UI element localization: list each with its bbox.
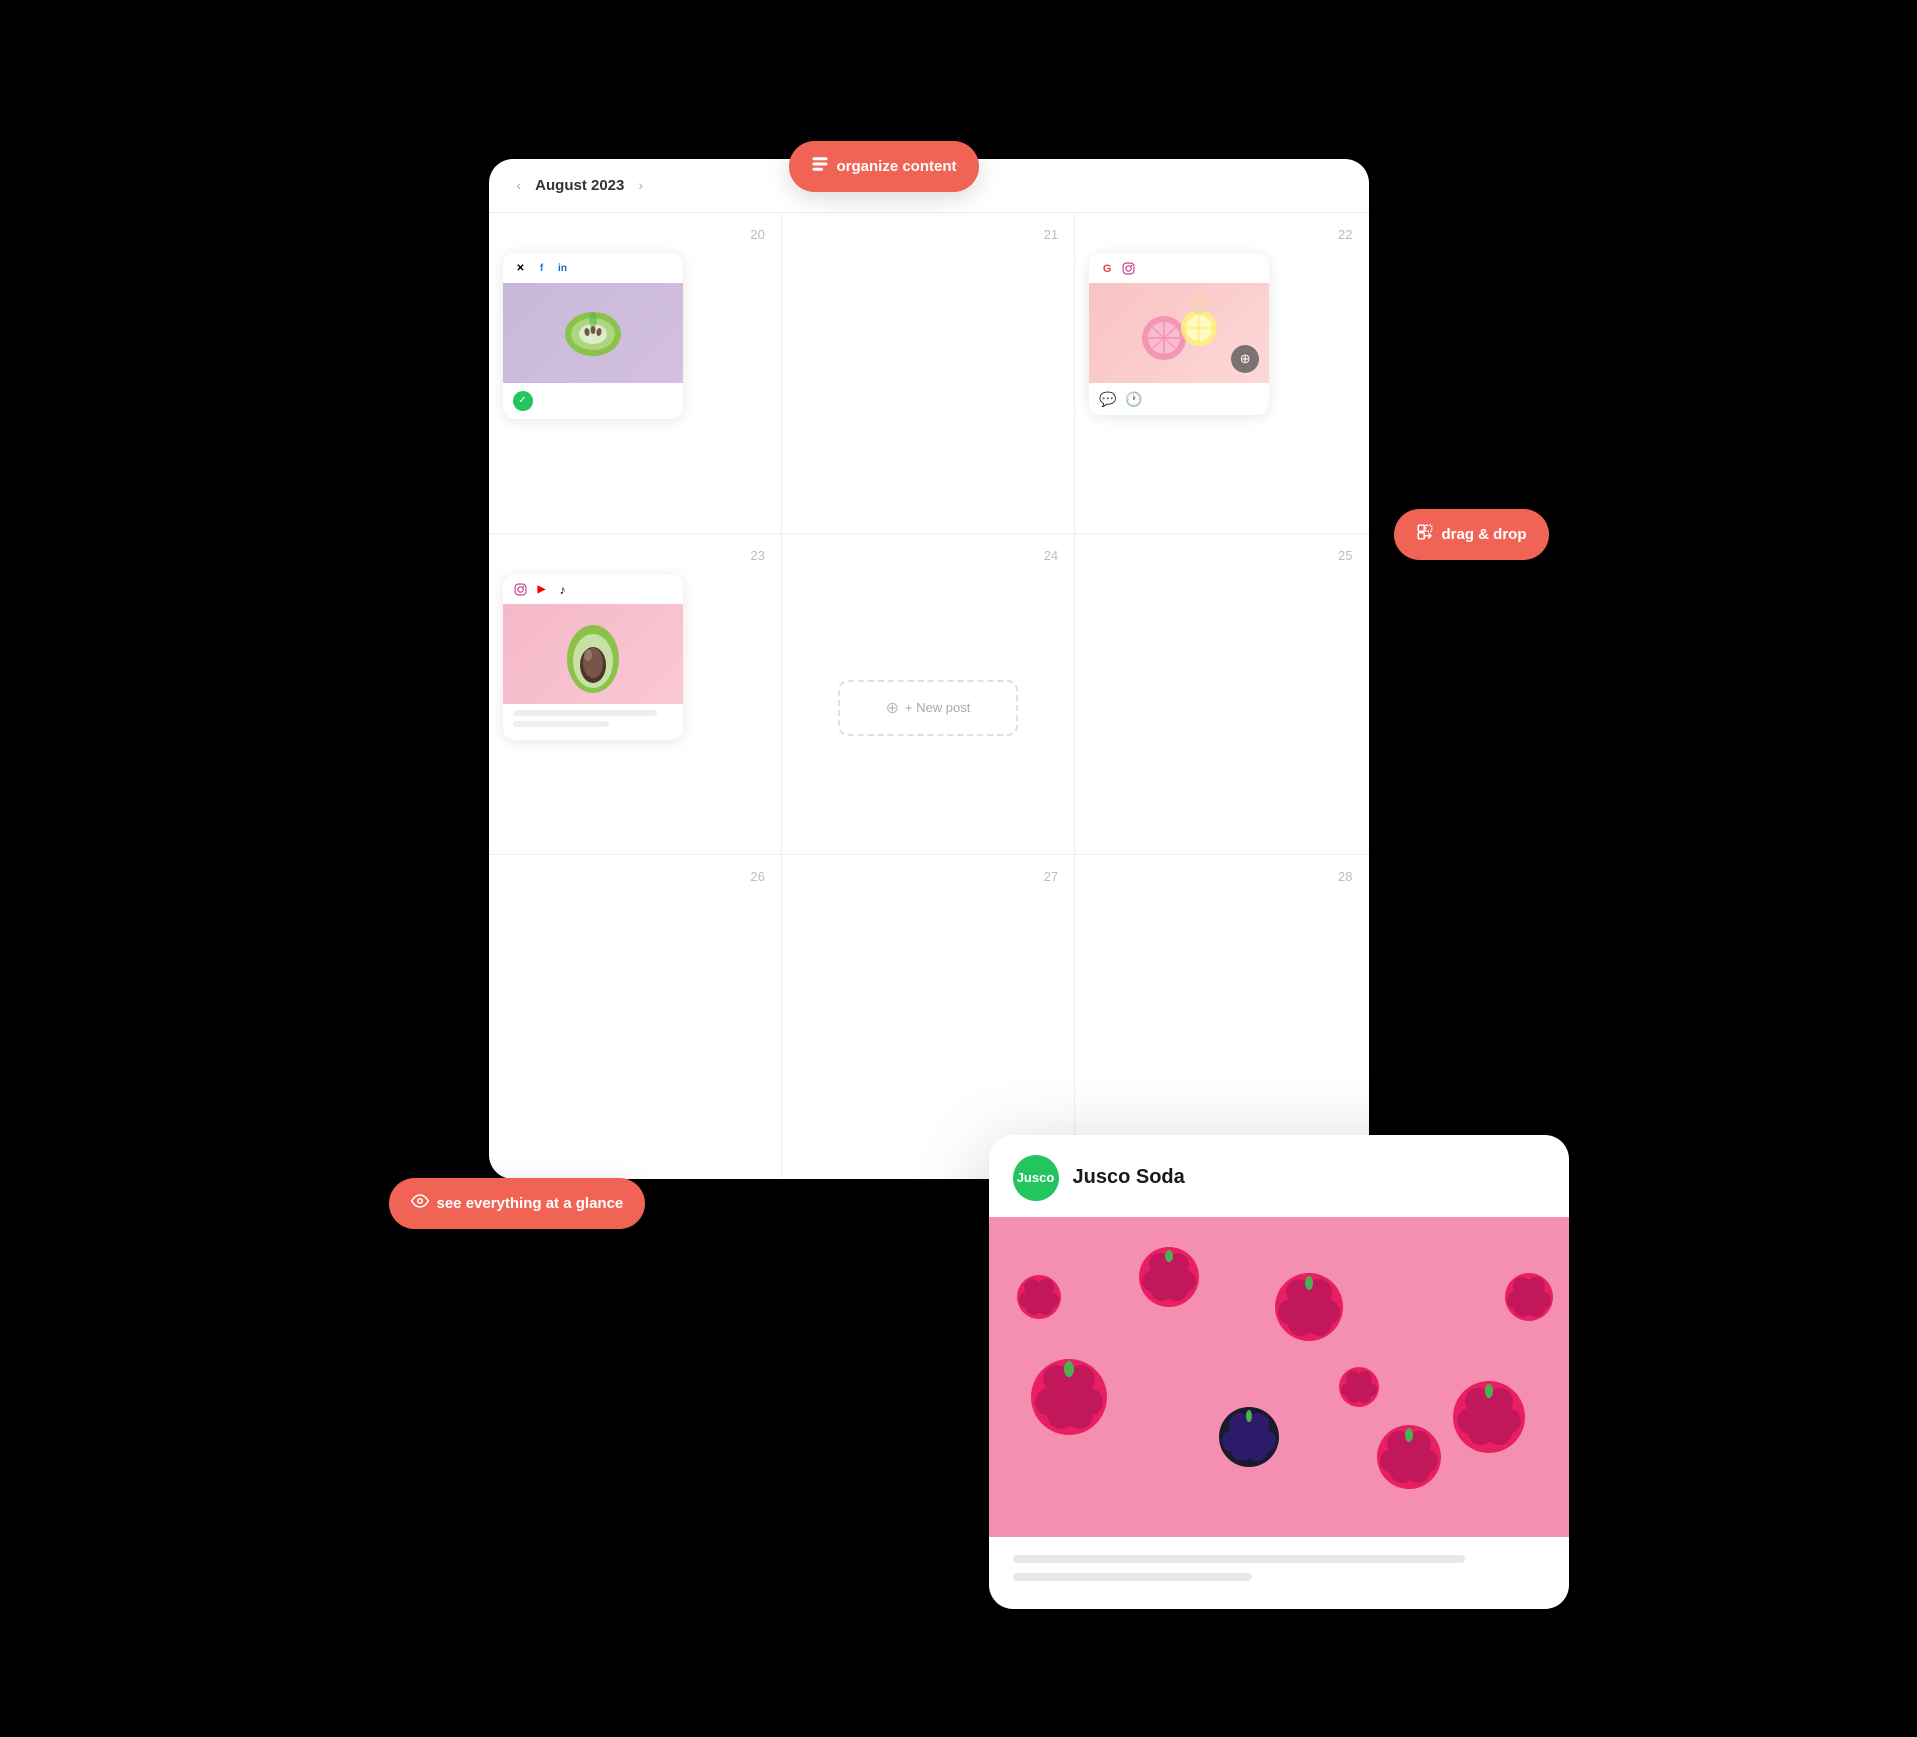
detail-card-header: Jusco Jusco Soda (989, 1135, 1569, 1217)
calendar-grid: 20 ✕ f in (489, 213, 1369, 1177)
post-card-header-23: ▶ ♪ (503, 574, 683, 604)
x-icon: ✕ (513, 261, 529, 277)
cell-number-21: 21 (1044, 227, 1058, 242)
raspberry-3 (1453, 1381, 1525, 1453)
new-post-label: + New post (905, 700, 970, 715)
glance-label: see everything at a glance (437, 1195, 624, 1212)
detail-card-footer (989, 1537, 1569, 1609)
organize-content-badge: organize content (789, 141, 979, 192)
post-image-avocado (503, 604, 683, 704)
text-line-1 (513, 710, 657, 716)
brand-avatar: Jusco (1013, 1155, 1059, 1201)
glance-badge: see everything at a glance (389, 1178, 646, 1229)
post-card-footer-check: ✓ (503, 383, 683, 419)
detail-card: Jusco Jusco Soda (989, 1135, 1569, 1609)
post-card-melon[interactable]: ✕ f in (503, 253, 683, 419)
post-card-header: ✕ f in (503, 253, 683, 283)
drag-icon (1416, 523, 1434, 546)
google-icon: G (1099, 261, 1115, 277)
cell-number-25: 25 (1338, 548, 1352, 563)
next-arrow[interactable]: › (638, 177, 643, 193)
cal-cell-26: 26 (489, 855, 782, 1176)
cal-cell-20: 20 ✕ f in (489, 213, 782, 534)
cal-cell-24: 24 ⊕ + New post (782, 534, 1075, 855)
raspberry-scene-svg (989, 1217, 1569, 1537)
detail-text-line-1 (1013, 1555, 1465, 1563)
cell-number-24: 24 (1044, 548, 1058, 563)
prev-arrow[interactable]: ‹ (517, 177, 522, 193)
cal-cell-27: 27 (782, 855, 1075, 1176)
post-image-citrus: ⊕ (1089, 283, 1269, 383)
blackberry (1219, 1407, 1279, 1467)
cal-cell-23: 23 ▶ ♪ (489, 534, 782, 855)
instagram-icon-23 (513, 582, 529, 598)
cal-cell-28: 28 (1075, 855, 1368, 1176)
facebook-icon: f (534, 261, 550, 277)
post-card-citrus[interactable]: G (1089, 253, 1269, 415)
new-post-button[interactable]: ⊕ + New post (838, 680, 1018, 736)
raspberry-5 (1377, 1425, 1441, 1489)
brand-name: Jusco Soda (1073, 1166, 1185, 1189)
post-card-avocado[interactable]: ▶ ♪ (503, 574, 683, 740)
detail-image-raspberries (989, 1217, 1569, 1537)
linkedin-icon: in (555, 261, 571, 277)
calendar-card: ‹ August 2023 › 20 ✕ f in (489, 159, 1369, 1179)
approved-check: ✓ (513, 391, 533, 411)
cell-number-23: 23 (750, 548, 764, 563)
post-card-header-22: G (1089, 253, 1269, 283)
drag-label: drag & drop (1442, 526, 1527, 543)
cell-number-28: 28 (1338, 869, 1352, 884)
cell-number-27: 27 (1044, 869, 1058, 884)
comment-icon: 💬 (1099, 391, 1117, 409)
avocado-svg (553, 609, 633, 699)
raspberry-1 (1031, 1359, 1107, 1435)
drag-drop-badge: drag & drop (1394, 509, 1549, 560)
detail-text-line-2 (1013, 1573, 1252, 1581)
expand-overlay-icon: ⊕ (1231, 345, 1259, 373)
calendar-title: August 2023 (535, 177, 624, 194)
youtube-icon: ▶ (534, 582, 550, 598)
post-text-lines (503, 704, 683, 740)
cal-cell-22: 22 G (1075, 213, 1368, 534)
eye-icon (411, 1192, 429, 1215)
raspberry-small-2 (1505, 1273, 1553, 1321)
raspberry-2 (1275, 1273, 1343, 1341)
cal-cell-21: 21 (782, 213, 1075, 534)
organize-label: organize content (837, 158, 957, 175)
raspberry-4 (1139, 1247, 1199, 1307)
instagram-icon (1120, 261, 1136, 277)
cell-number-22: 22 (1338, 227, 1352, 242)
clock-icon: 🕐 (1125, 391, 1143, 409)
text-line-2 (513, 721, 609, 727)
organize-icon (811, 155, 829, 178)
cal-cell-25: 25 (1075, 534, 1368, 855)
plus-icon: ⊕ (886, 698, 899, 718)
raspberry-small-3 (1339, 1367, 1379, 1407)
post-image-melon (503, 283, 683, 383)
brand-avatar-text: Jusco (1017, 1170, 1055, 1185)
main-scene: ‹ August 2023 › 20 ✕ f in (409, 119, 1509, 1619)
raspberry-small-1 (1017, 1275, 1061, 1319)
melon-svg (561, 306, 625, 360)
tiktok-icon: ♪ (555, 582, 571, 598)
post-card-footer-icons-22: 💬 🕐 (1089, 383, 1269, 415)
citrus-svg (1134, 288, 1224, 378)
cell-number-26: 26 (750, 869, 764, 884)
cell-number-20: 20 (750, 227, 764, 242)
